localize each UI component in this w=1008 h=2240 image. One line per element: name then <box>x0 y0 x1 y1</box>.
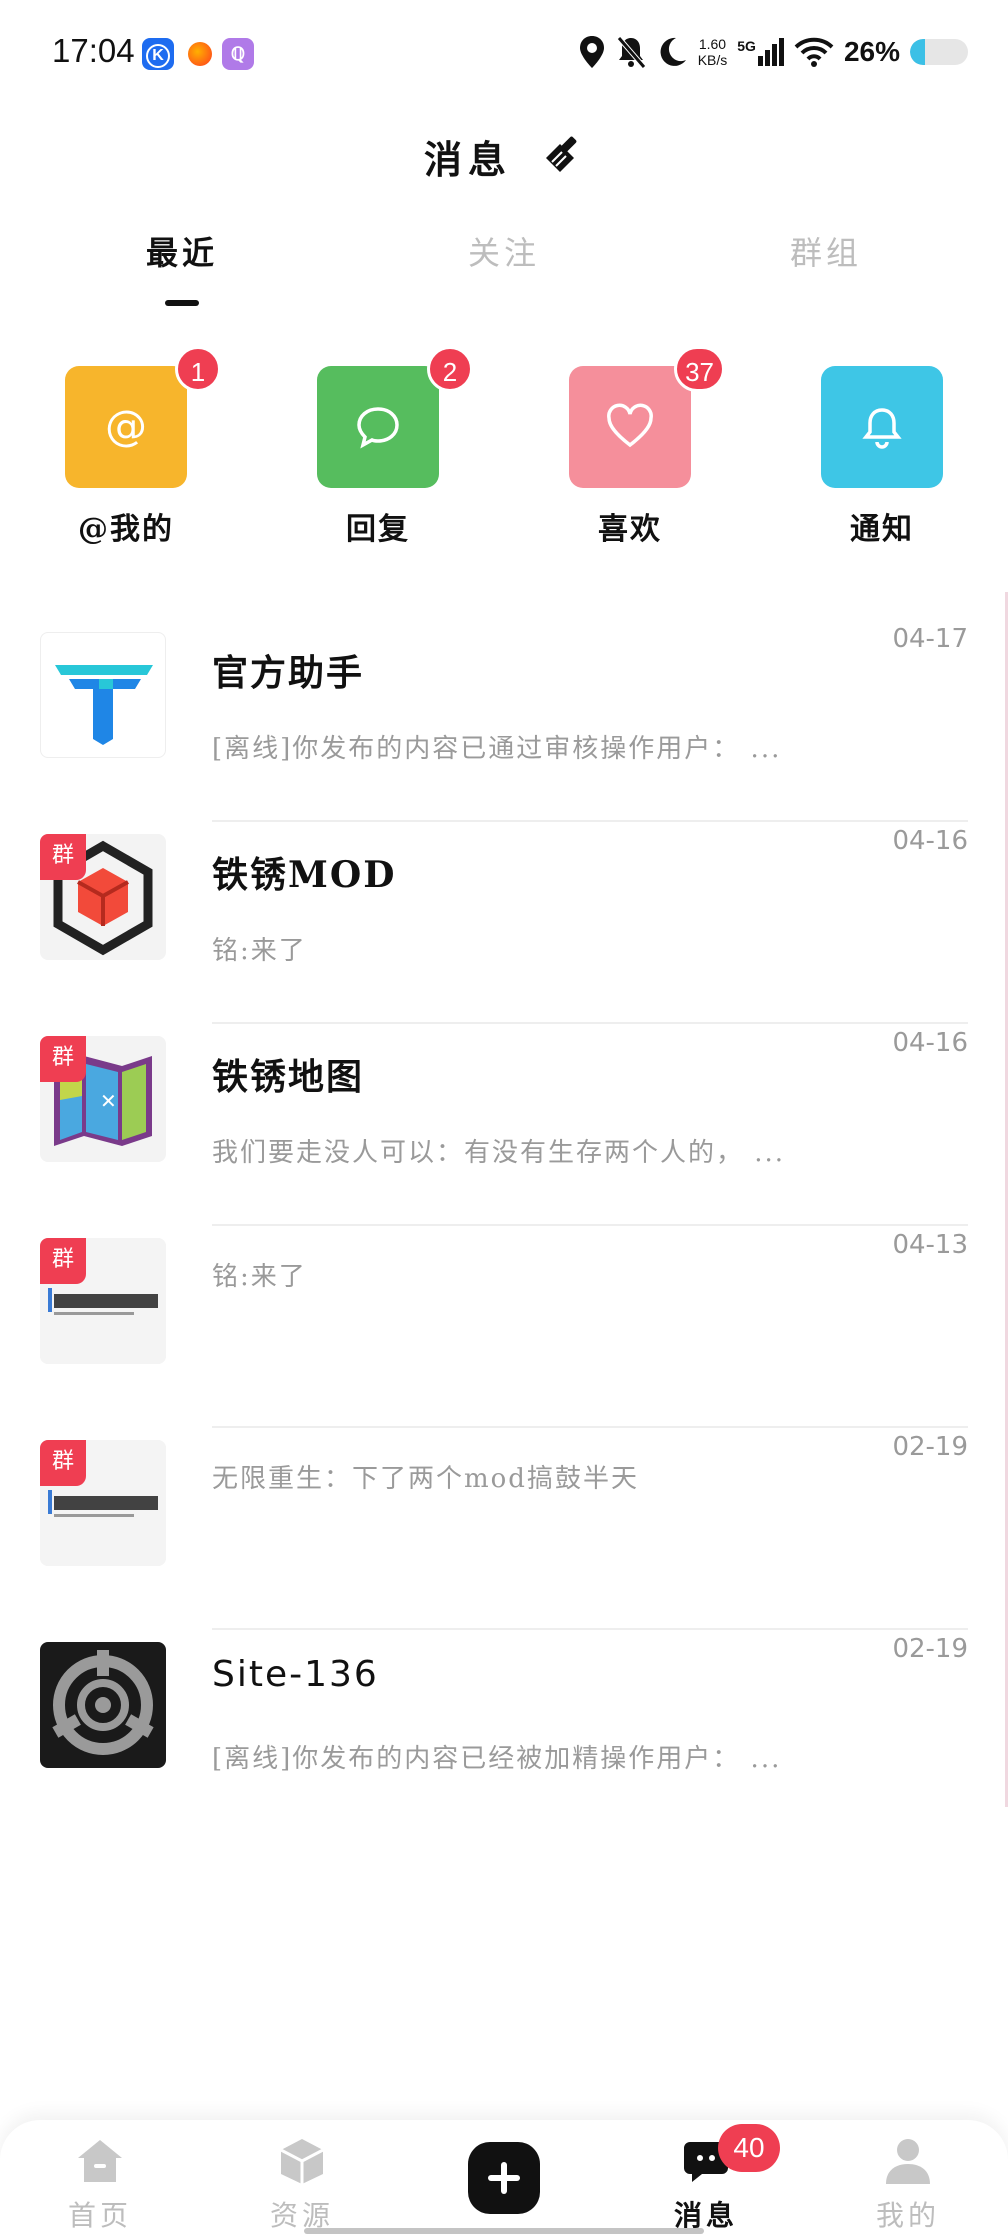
conversation-time: 02-19 <box>892 1634 968 1664</box>
quick-action-mentions[interactable]: @ 1 @我的 <box>46 346 221 548</box>
scp-logo-icon <box>52 1650 154 1755</box>
at-icon: @ <box>105 401 147 450</box>
wifi-icon <box>794 37 834 67</box>
nav-home-label: 首页 <box>67 2199 132 2232</box>
mentions-badge: 1 <box>175 346 221 392</box>
conversation-title: 官方助手 <box>212 652 365 694</box>
u-app-notification-icon: ℚ <box>222 38 254 70</box>
conversation-time: 04-17 <box>892 624 968 654</box>
mentions-label: @我的 <box>78 512 174 547</box>
conversation-preview: 我们要走没人可以：有没有生存两个人的， ... <box>212 1138 786 1168</box>
conversation-rust-map[interactable]: ✕ 群 铁锈地图 我们要走没人可以：有没有生存两个人的， ... 04-16 <box>0 1024 1008 1226</box>
mute-bell-icon <box>616 36 646 69</box>
battery-icon <box>910 39 968 65</box>
svg-text:@: @ <box>105 401 147 450</box>
replies-tile[interactable]: 2 <box>317 346 473 488</box>
broom-clear-icon[interactable] <box>540 134 584 178</box>
moon-icon <box>660 37 686 66</box>
quick-action-notifications[interactable]: 通知 <box>802 366 962 548</box>
conversation-title: 铁锈MOD <box>212 854 397 896</box>
conversation-preview: 铭:来了 <box>212 936 307 966</box>
avatar: 群 <box>40 834 166 960</box>
user-icon <box>886 2139 930 2184</box>
likes-label: 喜欢 <box>598 512 662 547</box>
mentions-tile[interactable]: @ 1 <box>65 346 221 488</box>
avatar: 群 <box>40 1238 166 1364</box>
conversation-preview: [离线]你发布的内容已通过审核操作用户： ... <box>212 734 782 764</box>
conversation-rust-mod[interactable]: 群 铁锈MOD 铭:来了 04-16 <box>0 822 1008 1024</box>
replies-badge: 2 <box>427 346 473 392</box>
avatar: 群 <box>40 1440 166 1566</box>
notifications-tile[interactable] <box>821 366 943 488</box>
t-logo-icon <box>55 665 153 745</box>
heart-icon <box>607 403 653 448</box>
nav-profile[interactable]: 我的 <box>838 2134 978 2234</box>
conversation-time: 04-13 <box>892 1230 968 1260</box>
conversation-site-136[interactable]: Site-136 [离线]你发布的内容已经被加精操作用户： ... 02-19 <box>0 1630 1008 1832</box>
home-icon <box>78 2140 122 2182</box>
nav-profile-label: 我的 <box>875 2199 940 2232</box>
tab-groups[interactable]: 群组 <box>726 228 926 274</box>
conversation-preview: [离线]你发布的内容已经被加精操作用户： ... <box>212 1744 782 1774</box>
nav-home[interactable]: 首页 <box>30 2134 170 2234</box>
quick-actions: @ 1 @我的 2 回复 37 喜欢 通知 <box>0 346 1008 556</box>
svg-text:✕: ✕ <box>100 1089 117 1113</box>
bottom-nav: 首页 资源 40 消息 我的 <box>0 2120 1008 2240</box>
k-app-notification-icon: K <box>142 38 174 70</box>
likes-tile[interactable]: 37 <box>569 346 725 488</box>
create-post-button[interactable] <box>468 2142 540 2214</box>
avatar <box>40 1642 166 1768</box>
status-bar: 17:04 K ℚ 1.60 KB/s 5G 26% <box>0 0 1008 106</box>
comment-icon <box>357 407 399 449</box>
tab-recent[interactable]: 最近 <box>82 228 282 274</box>
signal-icon: 5G <box>737 38 784 66</box>
bell-icon <box>862 408 902 449</box>
box-icon <box>280 2139 324 2184</box>
home-indicator <box>304 2228 704 2234</box>
avatar <box>40 632 166 758</box>
conversation-time: 04-16 <box>892 1028 968 1058</box>
group-tag: 群 <box>40 834 86 880</box>
quick-action-likes[interactable]: 37 喜欢 <box>550 346 725 548</box>
conversation-title: Site-136 <box>212 1654 379 1695</box>
conversation-time: 02-19 <box>892 1432 968 1462</box>
page-title: 消息 <box>423 136 512 182</box>
status-time: 17:04 <box>52 32 135 69</box>
avatar: ✕ 群 <box>40 1036 166 1162</box>
notifications-label: 通知 <box>850 512 914 547</box>
conversation-title: 铁锈地图 <box>212 1056 365 1098</box>
tab-bar: 最近 关注 群组 <box>0 228 1008 308</box>
conversation-time: 04-16 <box>892 826 968 856</box>
network-speed: 1.60 KB/s <box>697 36 728 68</box>
nav-messages[interactable]: 40 消息 <box>636 2124 780 2234</box>
orange-app-notification-icon <box>184 38 216 70</box>
messages-badge: 40 <box>718 2124 780 2172</box>
tab-following[interactable]: 关注 <box>404 228 604 274</box>
conversation-group-4[interactable]: 群 铭:来了 04-13 <box>0 1226 1008 1428</box>
group-tag: 群 <box>40 1238 86 1284</box>
conversation-preview: 铭:来了 <box>212 1262 307 1292</box>
conversation-group-5[interactable]: 群 无限重生：下了两个mod搞鼓半天 02-19 <box>0 1428 1008 1630</box>
active-tab-indicator <box>165 300 199 306</box>
plus-icon <box>488 2162 520 2194</box>
location-icon <box>579 36 604 68</box>
group-tag: 群 <box>40 1440 86 1486</box>
nav-resources[interactable]: 资源 <box>232 2134 372 2234</box>
replies-label: 回复 <box>346 512 410 547</box>
group-tag: 群 <box>40 1036 86 1082</box>
quick-action-replies[interactable]: 2 回复 <box>298 346 473 548</box>
battery-percent: 26% <box>843 36 900 67</box>
page-header: 消息 <box>0 128 1008 184</box>
likes-badge: 37 <box>674 346 725 392</box>
conversation-official-assistant[interactable]: 官方助手 [离线]你发布的内容已通过审核操作用户： ... 04-17 <box>0 620 1008 822</box>
conversation-preview: 无限重生：下了两个mod搞鼓半天 <box>212 1464 639 1494</box>
